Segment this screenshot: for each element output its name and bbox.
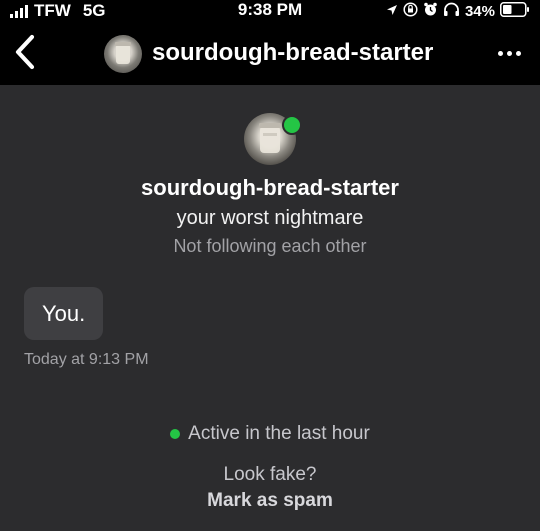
profile-name[interactable]: sourdough-bread-starter [0,174,540,202]
header-username[interactable]: sourdough-bread-starter [152,38,433,68]
ellipsis-icon [497,50,503,56]
alarm-icon [423,2,438,21]
status-bar: TFW 5G 9:38 PM 34% [0,0,540,22]
message-timestamp: Today at 9:13 PM [24,351,149,368]
active-status-label: Active in the last hour [188,423,370,444]
more-options-button[interactable] [492,40,526,66]
profile-avatar-container[interactable] [244,113,302,169]
follow-relation: Not following each other [173,236,367,256]
active-dot-icon [170,429,181,439]
screen-lock-icon [403,1,418,21]
look-fake-label: Look fake? [223,464,317,485]
online-indicator [282,115,302,135]
profile-subtitle: your worst nightmare [176,207,364,229]
conversation-header: sourdough-bread-starter [0,22,540,85]
back-button[interactable] [8,32,44,72]
location-icon [386,3,398,20]
status-right: 34% [386,0,530,22]
active-status: Active in the last hour [0,423,540,445]
jar-avatar-image [115,42,131,64]
chevron-left-icon [15,34,35,70]
mark-as-spam-button[interactable]: Mark as spam [0,489,540,513]
battery-percent: 34% [464,2,495,20]
battery-icon [500,1,530,21]
message-bubble[interactable]: You. [24,287,104,340]
header-avatar[interactable] [104,35,142,73]
headphones-icon [443,2,460,21]
